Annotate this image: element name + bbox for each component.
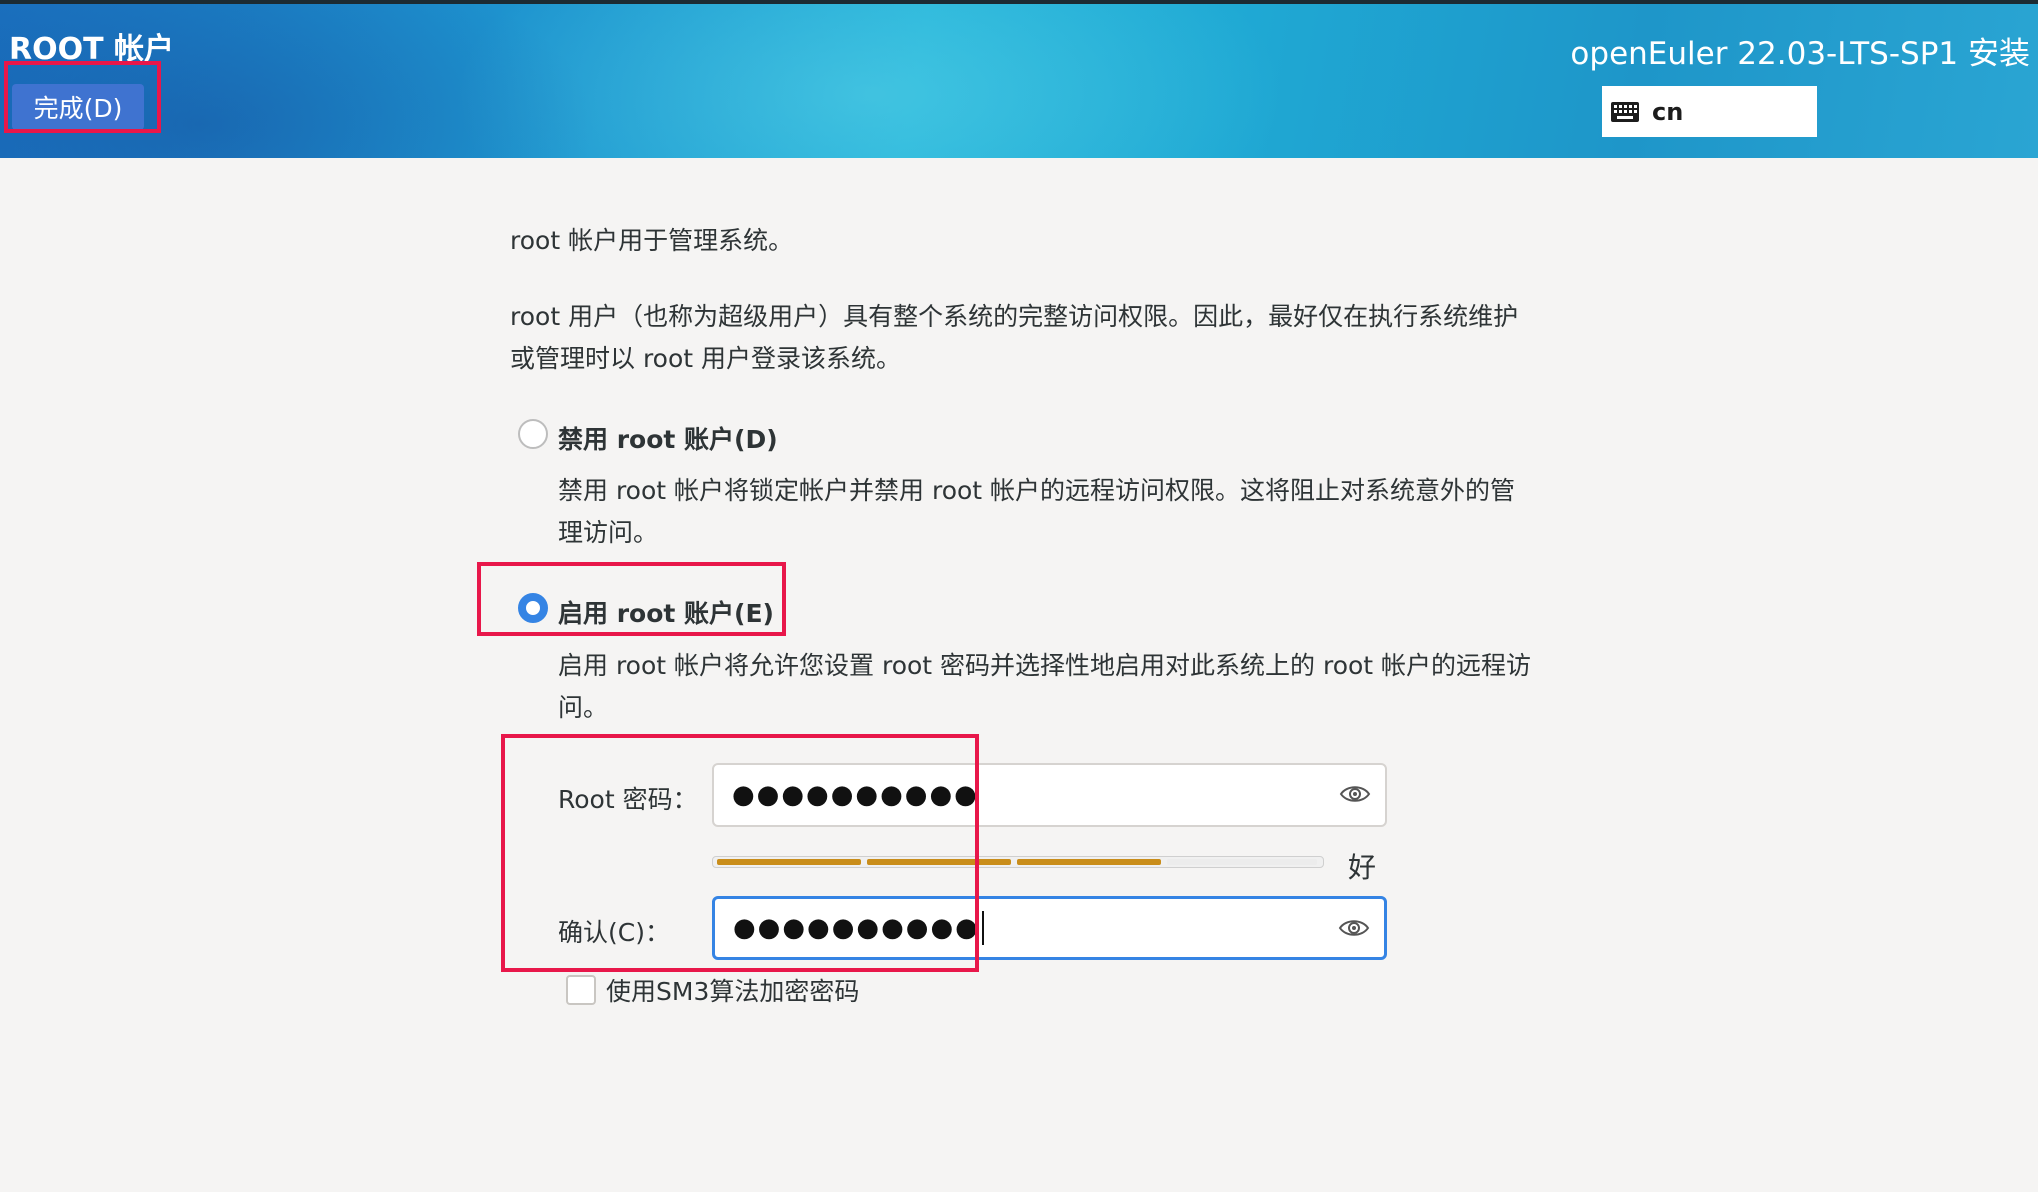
intro-text: root 帐户用于管理系统。 — [510, 226, 794, 255]
header-banner: ROOT 帐户 完成(D) openEuler 22.03-LTS-SP1 安装… — [0, 4, 2038, 158]
strength-segment — [1167, 859, 1317, 865]
highlight-box — [4, 61, 161, 133]
intro-description: root 用户（也称为超级用户）具有整个系统的完整访问权限。因此，最好仅在执行系… — [510, 302, 1519, 373]
eye-icon[interactable] — [1338, 916, 1370, 940]
highlight-box — [501, 734, 979, 972]
product-title: openEuler 22.03-LTS-SP1 安装 — [1570, 36, 2030, 72]
disable-root-label[interactable]: 禁用 root 账户(D) — [558, 420, 778, 456]
highlight-box — [477, 562, 786, 636]
enable-root-description: 启用 root 帐户将允许您设置 root 密码并选择性地启用对此系统上的 ro… — [558, 651, 1532, 722]
strength-segment — [1017, 859, 1161, 865]
keyboard-icon — [1611, 101, 1639, 122]
password-strength-text: 好 — [1348, 851, 1377, 884]
keyboard-layout-label: cn — [1652, 97, 1684, 126]
disable-root-radio[interactable] — [518, 419, 548, 449]
sm3-checkbox[interactable] — [566, 975, 596, 1005]
keyboard-layout-indicator[interactable]: cn — [1602, 86, 1817, 137]
eye-icon[interactable] — [1339, 782, 1371, 806]
sm3-checkbox-label[interactable]: 使用SM3算法加密密码 — [606, 972, 859, 1008]
text-caret — [981, 911, 984, 945]
disable-root-description: 禁用 root 帐户将锁定帐户并禁用 root 帐户的远程访问权限。这将阻止对系… — [558, 476, 1516, 547]
